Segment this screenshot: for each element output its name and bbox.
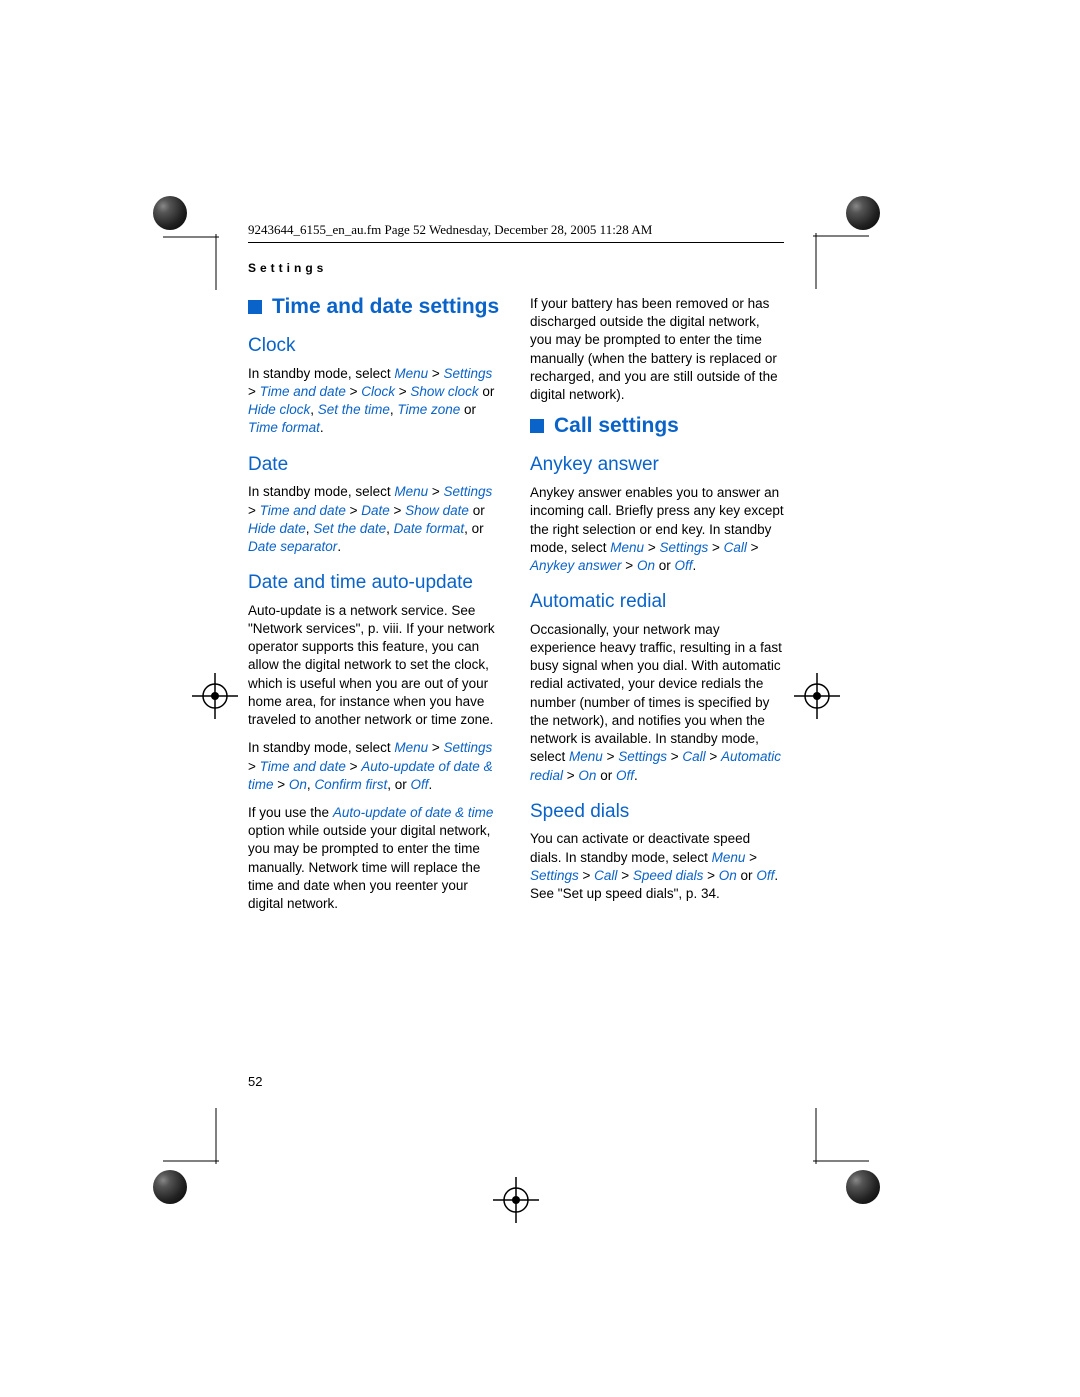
clock-paragraph: In standby mode, select Menu > Settings …	[248, 365, 502, 438]
section-heading-call-settings: Call settings	[530, 414, 784, 438]
subheading-clock: Clock	[248, 333, 502, 359]
header-rule	[248, 242, 784, 243]
file-header: 9243644_6155_en_au.fm Page 52 Wednesday,…	[248, 222, 784, 238]
right-column: If your battery has been removed or has …	[530, 295, 784, 923]
subheading-redial: Automatic redial	[530, 589, 784, 615]
square-bullet-icon	[248, 300, 262, 314]
subheading-speed-dials: Speed dials	[530, 799, 784, 825]
auto-update-p2: In standby mode, select Menu > Settings …	[248, 739, 502, 794]
anykey-paragraph: Anykey answer enables you to answer an i…	[530, 484, 784, 575]
subheading-anykey: Anykey answer	[530, 452, 784, 478]
page-content: 9243644_6155_en_au.fm Page 52 Wednesday,…	[248, 222, 784, 923]
printer-ball-icon	[153, 1170, 187, 1204]
speed-dials-paragraph: You can activate or deactivate speed dia…	[530, 830, 784, 903]
page-number: 52	[248, 1074, 262, 1089]
crop-mark-icon	[163, 1108, 219, 1164]
heading-text: Call settings	[554, 414, 679, 438]
printer-ball-icon	[846, 1170, 880, 1204]
subheading-date: Date	[248, 452, 502, 478]
left-column: Time and date settings Clock In standby …	[248, 295, 502, 923]
running-head: Settings	[248, 261, 784, 275]
registration-mark-icon	[794, 673, 840, 719]
two-column-layout: Time and date settings Clock In standby …	[248, 295, 784, 923]
crop-mark-icon	[813, 1108, 869, 1164]
printer-ball-icon	[153, 196, 187, 230]
heading-text: Time and date settings	[272, 295, 499, 319]
redial-paragraph: Occasionally, your network may experienc…	[530, 621, 784, 785]
section-heading-time-date: Time and date settings	[248, 295, 502, 319]
registration-mark-icon	[493, 1177, 539, 1223]
crop-mark-icon	[813, 233, 869, 289]
auto-update-p1: Auto-update is a network service. See "N…	[248, 602, 502, 730]
battery-paragraph: If your battery has been removed or has …	[530, 295, 784, 404]
subheading-auto-update: Date and time auto-update	[248, 570, 502, 596]
square-bullet-icon	[530, 419, 544, 433]
auto-update-p3: If you use the Auto-update of date & tim…	[248, 804, 502, 913]
date-paragraph: In standby mode, select Menu > Settings …	[248, 483, 502, 556]
crop-mark-icon	[163, 234, 219, 290]
printer-ball-icon	[846, 196, 880, 230]
registration-mark-icon	[192, 673, 238, 719]
